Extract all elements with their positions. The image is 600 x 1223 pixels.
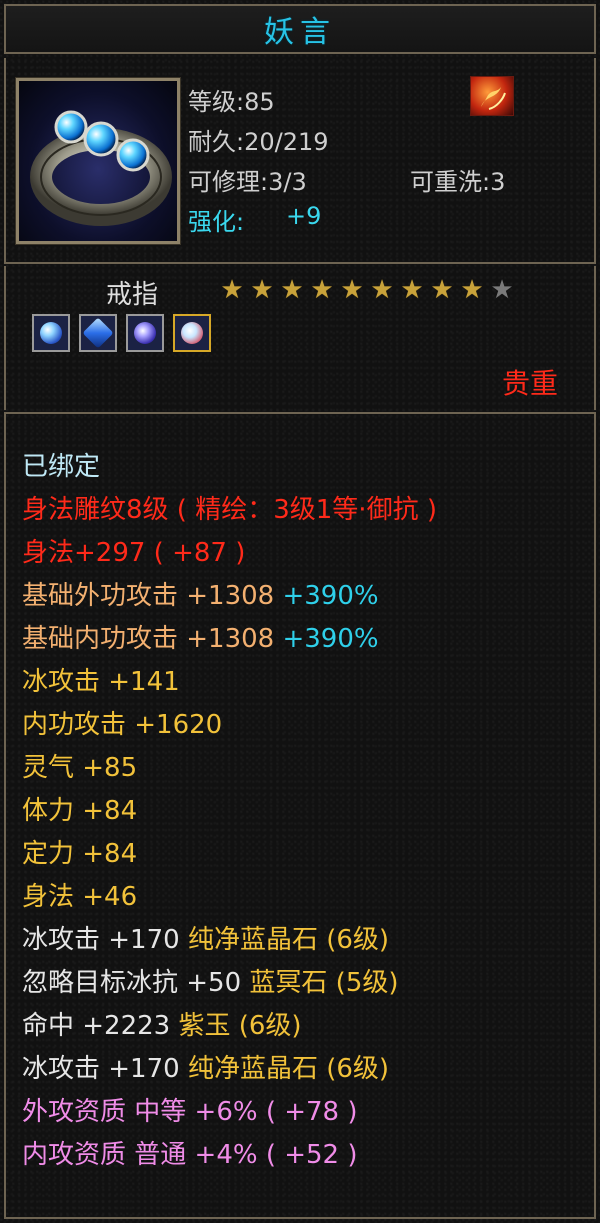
- spirit-line: 灵气 +85: [22, 753, 138, 783]
- blue-gem-icon[interactable]: [32, 314, 70, 352]
- item-type: 戒指: [106, 280, 159, 310]
- gem-slots: [32, 314, 211, 352]
- agility-line: 身法 +46: [22, 882, 138, 912]
- base-outer-attack: 基础外功攻击 +1308 +390%: [22, 575, 379, 612]
- gem-name: 紫玉 (6级): [178, 1011, 302, 1041]
- gem-line-4: 冰攻击 +170 纯净蓝晶石 (6级): [22, 1048, 389, 1085]
- star-icon: ★: [280, 275, 304, 305]
- title-bar: 妖言: [4, 4, 596, 54]
- gold-framed-gem-icon[interactable]: [173, 314, 211, 352]
- violet-gem-icon[interactable]: [126, 314, 164, 352]
- gem-stat: 冰攻击 +170: [22, 1054, 180, 1084]
- stamina-line: 体力 +84: [22, 796, 138, 826]
- ice-attack-line: 冰攻击 +141: [22, 667, 180, 697]
- star-icon: ★: [400, 275, 424, 305]
- star-icon: ★: [340, 275, 364, 305]
- star-icon: ★: [430, 275, 454, 305]
- gem-stat: 冰攻击 +170: [22, 925, 180, 955]
- base-outer-attack-bonus: +390%: [282, 581, 379, 611]
- star-rating: ★ ★ ★ ★ ★ ★ ★ ★ ★ ★: [218, 276, 516, 304]
- item-rewash: 可重洗:3: [410, 168, 506, 196]
- rarity-label: 贵重: [501, 367, 558, 400]
- phoenix-badge-icon: [470, 76, 514, 116]
- gem-line-3: 命中 +2223 紫玉 (6级): [22, 1005, 302, 1042]
- strengthen-label: 强化:: [188, 208, 245, 236]
- ring-icon: [15, 77, 181, 245]
- item-level: 等级:85: [188, 88, 275, 116]
- inner-attack-line: 内功攻击 +1620: [22, 710, 223, 740]
- star-icon: ★: [310, 275, 334, 305]
- item-type-row: 戒指 ★ ★ ★ ★ ★ ★ ★ ★ ★ ★ 贵重: [4, 266, 596, 410]
- item-repair: 可修理:3/3: [188, 168, 307, 196]
- star-icon: ★: [220, 275, 244, 305]
- divider: [4, 262, 596, 264]
- gem-name: 蓝冥石 (5级): [249, 968, 399, 998]
- bound-status: 已绑定: [22, 452, 101, 482]
- base-inner-attack-label: 基础内功攻击 +1308: [22, 624, 275, 654]
- agility-engrave-line: 身法+297 ( +87 ): [22, 538, 246, 568]
- base-outer-attack-label: 基础外功攻击 +1308: [22, 581, 275, 611]
- inner-quality-line: 内攻资质 普通 +4% ( +52 ): [22, 1140, 358, 1170]
- base-inner-attack-bonus: +390%: [282, 624, 379, 654]
- item-properties: 已绑定 身法雕纹8级 ( 精绘：3级1等·御抗 ) 身法+297 ( +87 )…: [4, 412, 596, 1219]
- gem-name: 纯净蓝晶石 (6级): [187, 925, 390, 955]
- item-name: 妖言: [264, 15, 336, 50]
- item-durability: 耐久:20/219: [188, 128, 329, 156]
- blue-crystal-icon[interactable]: [79, 314, 117, 352]
- gem-stat: 忽略目标冰抗 +50: [22, 968, 242, 998]
- gem-line-2: 忽略目标冰抗 +50 蓝冥石 (5级): [22, 962, 399, 999]
- gem-stat: 命中 +2223: [22, 1011, 171, 1041]
- engrave-line: 身法雕纹8级 ( 精绘：3级1等·御抗 ): [22, 495, 437, 525]
- star-icon: ★: [460, 275, 484, 305]
- gem-line-1: 冰攻击 +170 纯净蓝晶石 (6级): [22, 919, 389, 956]
- outer-quality-line: 外攻资质 中等 +6% ( +78 ): [22, 1097, 358, 1127]
- item-header: 等级:85 耐久:20/219 可修理:3/3 可重洗:3 强化: +9: [4, 58, 596, 264]
- gem-name: 纯净蓝晶石 (6级): [187, 1054, 390, 1084]
- star-icon: ★: [370, 275, 394, 305]
- star-icon: ★: [250, 275, 274, 305]
- star-empty-icon: ★: [490, 275, 514, 305]
- base-inner-attack: 基础内功攻击 +1308 +390%: [22, 618, 379, 655]
- focus-line: 定力 +84: [22, 839, 138, 869]
- strengthen-value: +9: [286, 202, 322, 230]
- item-tooltip: 妖言 等级:85 耐久:20/219 可修理:3/3 可重洗:3 强化: +9 …: [0, 0, 600, 1223]
